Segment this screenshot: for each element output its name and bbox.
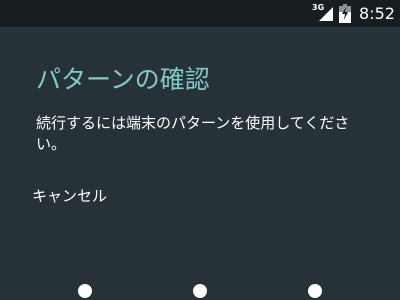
pattern-dot[interactable] [308, 284, 322, 298]
pattern-dot[interactable] [78, 284, 92, 298]
pattern-dot[interactable] [193, 284, 207, 298]
dialog-title: パターンの確認 [36, 65, 210, 94]
instruction-message: 続行するには端末のパターンを使用してください。 [36, 114, 350, 153]
cancel-button[interactable]: キャンセル [28, 182, 111, 210]
status-clock: 8:52 [359, 4, 395, 23]
status-bar: 3G 8:52 [0, 0, 400, 27]
